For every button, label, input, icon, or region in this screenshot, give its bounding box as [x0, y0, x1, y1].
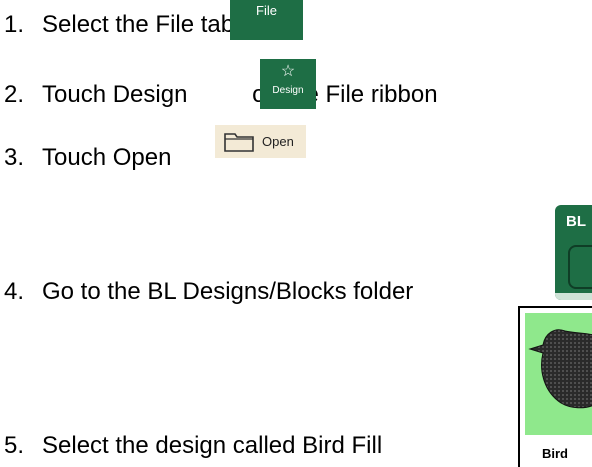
bird-icon	[528, 329, 592, 409]
bird-thumbnail-label: Bird	[542, 446, 568, 461]
bird-fill-thumbnail: Bird	[518, 306, 592, 467]
step-2: 2. Touch Design on the File ribbon	[0, 81, 438, 109]
step-text: Select the File tab	[42, 11, 235, 38]
step-5: 5. Select the design called Bird Fill	[0, 432, 382, 460]
design-button-image: ☆ Design	[260, 59, 316, 109]
step-text: Go to the BL Designs/Blocks folder	[42, 278, 414, 305]
step-text: Touch Design	[42, 81, 188, 108]
file-tab-image: File	[230, 0, 303, 40]
step-text: Select the design called Bird Fill	[42, 432, 383, 459]
folder-strip	[555, 293, 592, 300]
step-1: 1. Select the File tab	[0, 11, 234, 39]
file-tab-label: File	[256, 3, 277, 18]
step-number: 5.	[4, 432, 25, 459]
open-button-image: Open	[215, 125, 306, 158]
step-number: 1.	[4, 11, 25, 38]
step-4: 4. Go to the BL Designs/Blocks folder	[0, 278, 413, 306]
step-number: 3.	[4, 144, 25, 171]
bl-folder-label: BL	[566, 213, 586, 230]
bl-designs-folder-image: BL	[555, 205, 592, 300]
star-icon: ☆	[280, 63, 296, 80]
step-number: 4.	[4, 278, 25, 305]
step-number: 2.	[4, 81, 25, 108]
step-3: 3. Touch Open	[0, 144, 171, 172]
design-button-label: Design	[272, 85, 304, 96]
folder-icon	[224, 132, 254, 152]
open-button-label: Open	[262, 134, 294, 149]
thumbnail-background	[525, 313, 592, 435]
step-text: Touch Open	[42, 144, 172, 171]
folder-icon	[568, 245, 592, 289]
